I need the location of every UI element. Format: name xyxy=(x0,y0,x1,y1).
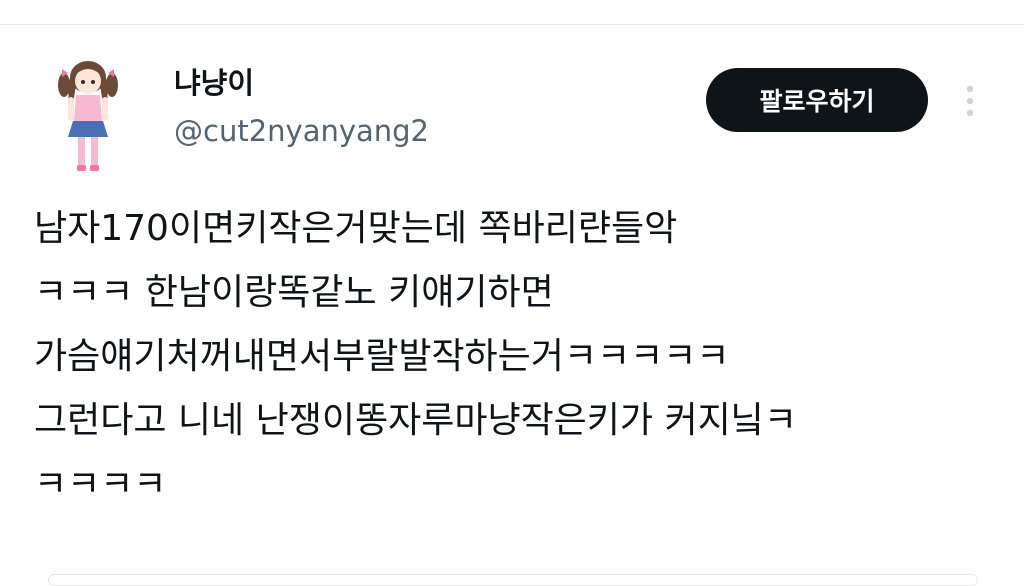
avatar[interactable] xyxy=(40,55,136,175)
tweet-text-line: 남자170이면키작은거맞는데 쪽바리랸들악 xyxy=(34,208,678,249)
tweet-text-line: ㅋㅋㅋ 한남이랑똑같노 키얘기하면 xyxy=(34,272,554,313)
author-info: 냐냥이 @cut2nyanyang2 xyxy=(174,63,429,151)
anime-girl-avatar-icon xyxy=(58,61,118,171)
tweet-text-line: 그런다고 니네 난쟁이똥자루마냥작은키가 커지닠ㅋ xyxy=(34,400,797,441)
user-handle[interactable]: @cut2nyanyang2 xyxy=(174,111,429,151)
tweet-text: 남자170이면키작은거맞는데 쪽바리랸들악 ㅋㅋㅋ 한남이랑똑같노 키얘기하면 … xyxy=(34,197,1004,517)
tweet-text-line: 가슴얘기처꺼내면서부랄발작하는거ㅋㅋㅋㅋㅋ xyxy=(34,336,730,377)
quoted-card-edge xyxy=(48,574,978,586)
more-options-button[interactable] xyxy=(956,81,984,121)
tweet: 냐냥이 @cut2nyanyang2 팔로우하기 남자170이면키작은거맞는데 … xyxy=(0,25,1024,586)
follow-button[interactable]: 팔로우하기 xyxy=(706,68,928,132)
tweet-text-line: ㅋㅋㅋㅋ xyxy=(34,464,167,505)
more-vertical-icon xyxy=(966,85,974,117)
display-name[interactable]: 냐냥이 xyxy=(174,63,429,103)
